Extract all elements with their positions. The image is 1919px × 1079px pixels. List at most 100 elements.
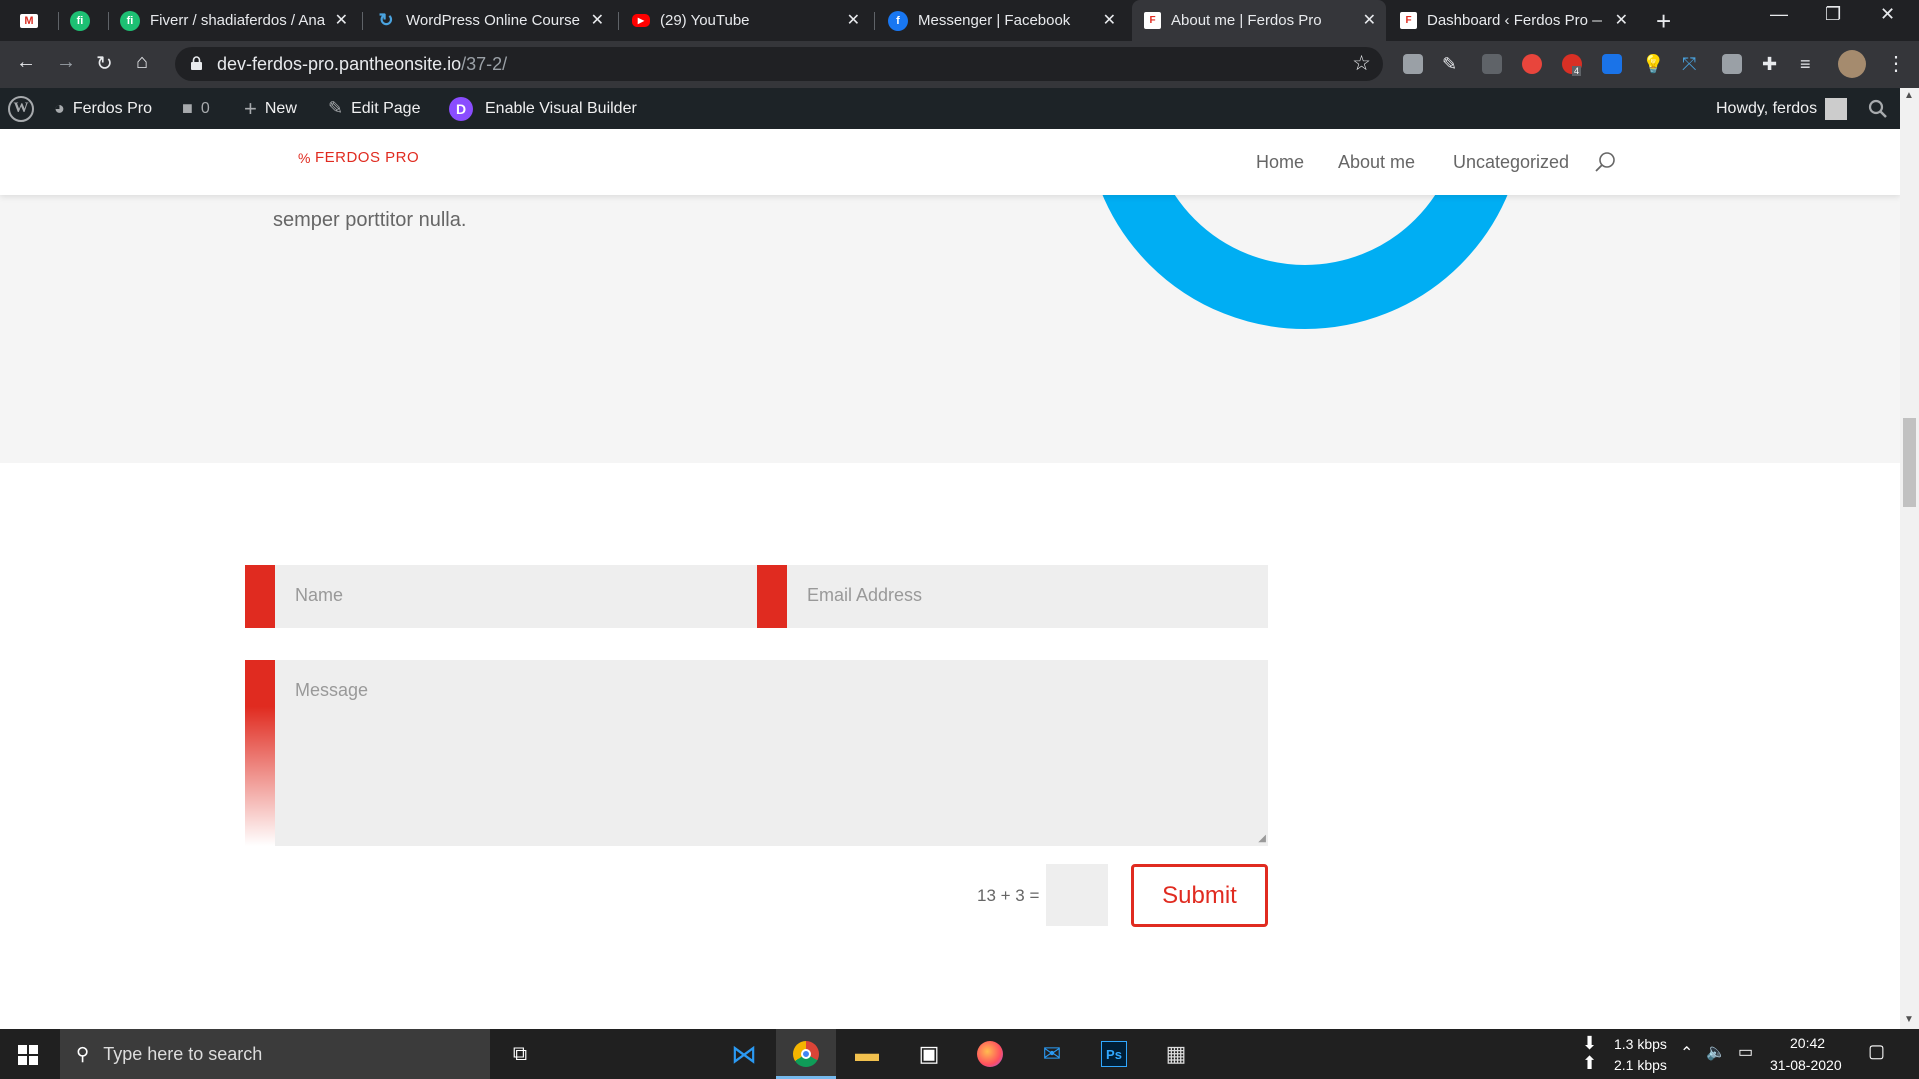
search-icon: ⚲ (76, 1043, 90, 1064)
tab-dashboard[interactable]: F Dashboard ‹ Ferdos Pro — ✕ (1388, 0, 1638, 41)
wp-search-button[interactable] (1868, 88, 1888, 129)
wp-edit-label: Edit Page (351, 99, 421, 117)
pencil-icon: ✎ (328, 98, 344, 118)
wp-howdy-menu[interactable]: Howdy, ferdos (1716, 88, 1848, 129)
tab-gmail[interactable]: M (8, 0, 58, 41)
clock-date[interactable]: 31-08-2020 (1770, 1057, 1842, 1073)
about-body-text: semper porttitor nulla. (273, 209, 467, 231)
close-icon[interactable]: ✕ (847, 10, 860, 30)
task-view-icon[interactable]: ⧉ (504, 1039, 536, 1069)
extension-eyes-icon[interactable] (1522, 54, 1542, 74)
close-icon[interactable]: ✕ (591, 10, 604, 30)
network-icon[interactable]: ▭ (1738, 1042, 1753, 1062)
notifications-icon[interactable]: ▢ (1868, 1041, 1885, 1062)
wp-comments-link[interactable]: ■ 0 (182, 88, 210, 129)
extension-adblock-icon[interactable]: 4 (1562, 54, 1582, 76)
photoshop-icon[interactable]: Ps (1098, 1039, 1130, 1069)
dashboard-gauge-icon: ◕ (54, 98, 65, 118)
tab-title: Fiverr / shadiaferdos / Ana (150, 12, 326, 29)
nav-uncategorized[interactable]: Uncategorized (1453, 152, 1569, 173)
wp-new-link[interactable]: + New (244, 88, 297, 129)
bookmark-star-icon[interactable]: ☆ (1352, 51, 1371, 76)
wp-visual-builder-link[interactable]: D Enable Visual Builder (449, 88, 637, 129)
tab-youtube[interactable]: ▶ (29) YouTube ✕ (620, 0, 870, 41)
tab-wordpress-course[interactable]: ↻ WordPress Online Course ✕ (364, 0, 614, 41)
restore-button[interactable]: ❐ (1825, 4, 1841, 25)
nav-about-me[interactable]: About me (1338, 152, 1415, 173)
volume-icon[interactable]: 🔈 (1706, 1042, 1726, 1062)
net-down-speed: 1.3 kbps (1614, 1036, 1667, 1052)
extension-arrows-icon[interactable]: ⤧ (1682, 54, 1702, 74)
forward-button[interactable]: → (56, 51, 76, 74)
extension-camera-icon[interactable] (1482, 54, 1502, 74)
extension-bulb-icon[interactable]: 💡 (1642, 54, 1664, 74)
wp-admin-bar: W ◕ Ferdos Pro ■ 0 + New ✎ Edit Page D E… (0, 88, 1900, 129)
message-field[interactable]: Message ◢ (245, 660, 1268, 846)
scroll-down-icon[interactable]: ▼ (1904, 1014, 1914, 1025)
logo-mark-icon: % (298, 149, 311, 166)
close-icon[interactable]: ✕ (1103, 10, 1116, 30)
net-up-speed: 2.1 kbps (1614, 1057, 1667, 1073)
wp-site-name-link[interactable]: ◕ Ferdos Pro (54, 88, 152, 129)
wordpress-page-icon: F (1144, 12, 1161, 29)
submit-button[interactable]: Submit (1131, 864, 1268, 927)
site-logo[interactable]: % FERDOS PRO (298, 149, 419, 166)
email-placeholder: Email Address (807, 585, 923, 605)
tab-title: Dashboard ‹ Ferdos Pro — (1427, 12, 1602, 29)
extensions-puzzle-icon[interactable]: ✚ (1762, 54, 1782, 74)
name-field[interactable]: Name (245, 565, 758, 628)
extension-app-icon[interactable] (1722, 54, 1742, 74)
captcha-input[interactable] (1046, 864, 1108, 926)
reload-button[interactable]: ↻ (96, 51, 113, 76)
minimize-button[interactable]: — (1770, 4, 1788, 25)
firefox-icon[interactable] (974, 1039, 1006, 1069)
extension-cast-icon[interactable] (1403, 54, 1423, 74)
fiverr-icon: fi (120, 10, 140, 31)
menu-kebab-icon[interactable]: ⋮ (1886, 51, 1906, 76)
store-icon[interactable]: ▣ (913, 1039, 945, 1069)
wp-site-name: Ferdos Pro (72, 99, 153, 117)
taskbar-search-box[interactable]: ⚲ Type here to search (60, 1029, 490, 1079)
divi-logo-icon: D (449, 96, 473, 121)
windows-start-icon[interactable] (18, 1045, 38, 1065)
wp-logo-button[interactable]: W (8, 88, 34, 129)
tab-fiverr-pinned[interactable]: fi (58, 0, 108, 41)
page-scrollbar[interactable]: ▲ ▼ (1900, 88, 1919, 1029)
close-icon[interactable]: ✕ (1363, 10, 1376, 30)
download-arrow-icon: ⬇ (1582, 1033, 1598, 1053)
show-hidden-icons-chevron-icon[interactable]: ⌃ (1680, 1043, 1693, 1063)
wp-edit-page-link[interactable]: ✎ Edit Page (328, 88, 420, 129)
tab-messenger[interactable]: f Messenger | Facebook ✕ (876, 0, 1126, 41)
new-tab-button[interactable]: + (1656, 6, 1671, 37)
extension-badge: 4 (1572, 66, 1582, 76)
close-icon[interactable]: ✕ (335, 10, 348, 30)
profile-avatar[interactable] (1838, 50, 1866, 78)
resize-handle-icon[interactable]: ◢ (1258, 833, 1266, 844)
chrome-icon[interactable] (790, 1039, 822, 1069)
home-button[interactable]: ⌂ (136, 51, 148, 74)
nav-home[interactable]: Home (1256, 152, 1304, 173)
url-host: dev-ferdos-pro.pantheonsite.io (217, 54, 462, 74)
mail-icon[interactable]: ✉ (1036, 1039, 1068, 1069)
email-field[interactable]: Email Address (757, 565, 1268, 628)
wordpress-page-icon: F (1400, 12, 1417, 29)
back-button[interactable]: ← (16, 51, 36, 74)
close-window-button[interactable]: ✕ (1880, 4, 1895, 25)
field-accent-bar (245, 565, 275, 628)
extension-pen-icon[interactable]: ✎ (1442, 54, 1462, 74)
clock-time[interactable]: 20:42 (1790, 1035, 1825, 1051)
field-accent-bar (245, 660, 275, 846)
close-icon[interactable]: ✕ (1615, 10, 1628, 30)
calculator-icon[interactable]: ▦ (1160, 1039, 1192, 1069)
file-explorer-icon[interactable]: ▬ (851, 1039, 883, 1069)
address-bar[interactable]: dev-ferdos-pro.pantheonsite.io/37-2/ ☆ (175, 47, 1383, 81)
scroll-up-icon[interactable]: ▲ (1904, 90, 1914, 101)
extension-screenshot-icon[interactable] (1602, 54, 1622, 74)
tab-fiverr[interactable]: fi Fiverr / shadiaferdos / Ana ✕ (108, 0, 358, 41)
vscode-icon[interactable]: ⋈ (728, 1039, 760, 1069)
page-content: semper porttitor nulla. % FERDOS PRO Hom… (0, 129, 1900, 1029)
scrollbar-thumb[interactable] (1903, 418, 1916, 507)
tab-about-me[interactable]: F About me | Ferdos Pro ✕ (1132, 0, 1386, 41)
search-icon[interactable] (1594, 151, 1616, 173)
reading-list-icon[interactable]: ≡ (1800, 54, 1820, 74)
